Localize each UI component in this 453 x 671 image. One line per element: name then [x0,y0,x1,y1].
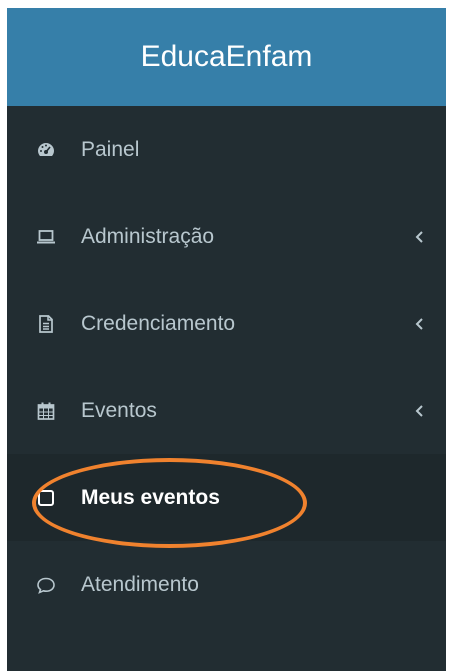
laptop-icon [35,226,57,248]
comment-icon [35,574,57,596]
brand-title: EducaEnfam [140,40,313,73]
sidebar-item-label: Meus eventos [81,485,220,509]
square-icon [35,487,57,509]
sidebar-item-meus-eventos[interactable]: Meus eventos [7,454,446,541]
sidebar-item-label: Credenciamento [81,311,236,335]
brand-logo[interactable]: EducaEnfam [7,8,446,106]
sidebar-item-label: Atendimento [81,572,199,596]
sidebar-item-atendimento[interactable]: Atendimento [7,541,446,628]
calendar-icon [35,400,57,422]
sidebar-item-credenciamento[interactable]: Credenciamento [7,280,446,367]
dashboard-icon [35,139,57,161]
sidebar-item-label: Painel [81,137,140,161]
sidebar: EducaEnfam Painel Administração Credenci… [7,8,446,671]
chevron-left-icon [414,404,426,418]
sidebar-item-painel[interactable]: Painel [7,106,446,193]
sidebar-menu: Painel Administração Credenciamento Even… [7,106,446,628]
chevron-left-icon [414,230,426,244]
sidebar-item-eventos[interactable]: Eventos [7,367,446,454]
sidebar-item-label: Eventos [81,398,157,422]
sidebar-item-label: Administração [81,224,215,248]
chevron-left-icon [414,317,426,331]
sidebar-item-administracao[interactable]: Administração [7,193,446,280]
file-text-icon [35,313,57,335]
